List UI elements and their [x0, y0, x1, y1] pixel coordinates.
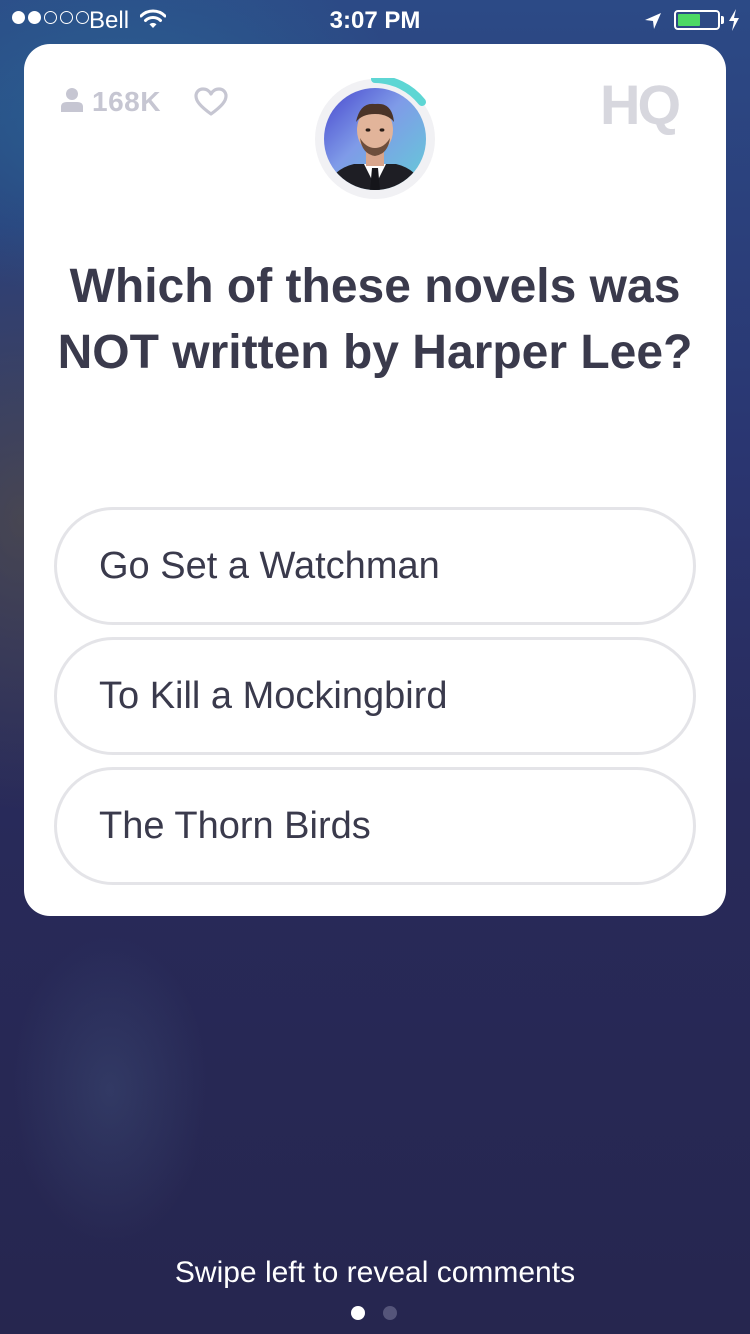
answer-label: Go Set a Watchman	[99, 544, 440, 587]
page-dot-active	[351, 1306, 365, 1320]
answer-option-2[interactable]: To Kill a Mockingbird	[54, 637, 696, 755]
answer-label: To Kill a Mockingbird	[99, 674, 448, 717]
hq-logo: HQ	[600, 73, 681, 136]
question-card: 168K HQ Which of these novels was NOT wr…	[24, 44, 726, 916]
heart-icon[interactable]	[194, 87, 228, 122]
question-text: Which of these novels was NOT written by…	[57, 260, 693, 379]
status-bar: Bell 3:07 PM	[0, 0, 750, 40]
person-icon	[60, 87, 84, 118]
answer-option-3[interactable]: The Thorn Birds	[54, 767, 696, 885]
battery-icon	[674, 10, 720, 30]
battery-level	[678, 14, 700, 26]
swipe-hint: Swipe left to reveal comments	[174, 1256, 576, 1289]
answer-option-1[interactable]: Go Set a Watchman	[54, 507, 696, 625]
viewer-count-label: 168K	[92, 86, 161, 117]
status-time: 3:07 PM	[329, 7, 421, 34]
page-dot	[383, 1306, 397, 1320]
location-arrow-icon	[643, 10, 663, 38]
battery-nub	[721, 16, 724, 24]
host-avatar	[314, 75, 436, 200]
charging-bolt-icon	[727, 8, 741, 39]
viewer-count: 168K	[60, 86, 161, 118]
answer-label: The Thorn Birds	[99, 804, 371, 847]
page-indicator[interactable]	[351, 1306, 397, 1320]
